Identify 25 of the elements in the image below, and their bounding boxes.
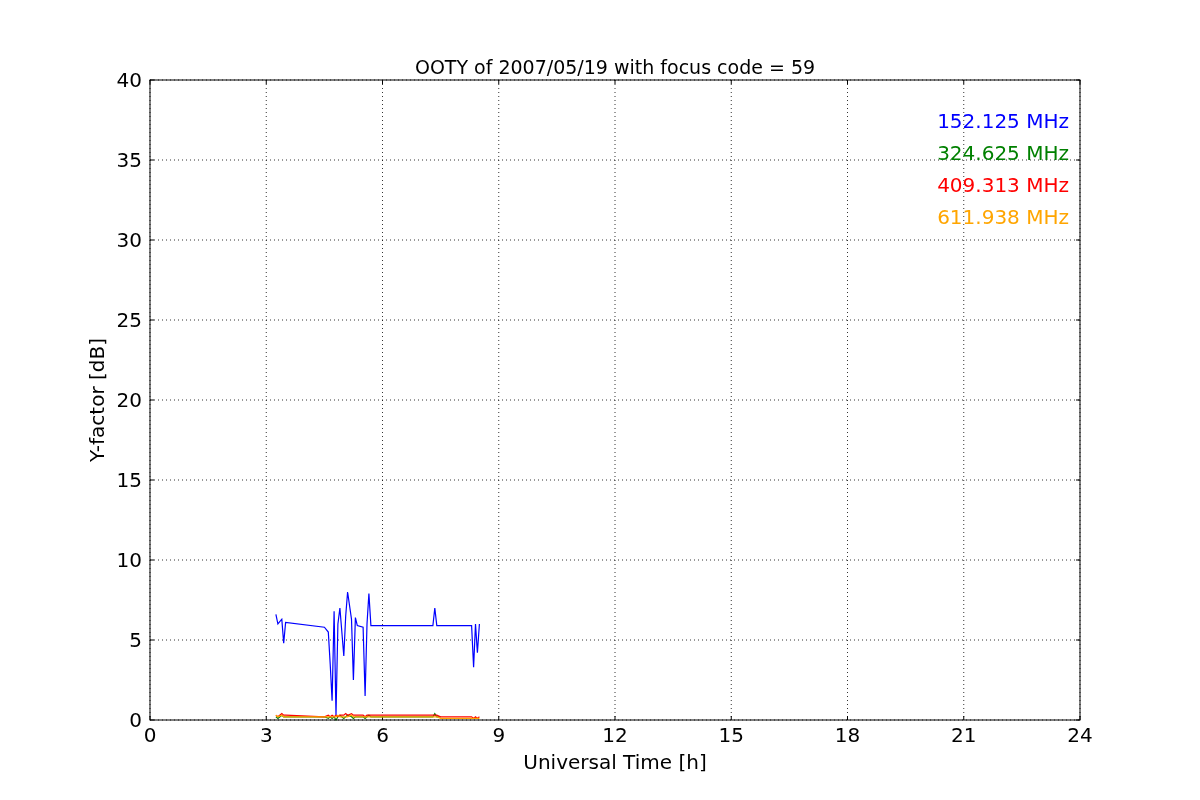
y-tick-label: 40 (116, 68, 142, 92)
y-tick-label: 30 (116, 228, 142, 252)
x-tick-label: 0 (143, 723, 157, 747)
y-tick-label: 10 (116, 548, 142, 572)
x-tick-label: 3 (259, 723, 273, 747)
legend-label: 409.313 MHz (937, 173, 1069, 197)
legend-label: 324.625 MHz (937, 141, 1069, 165)
x-tick-label: 15 (718, 723, 744, 747)
y-tick-label: 0 (129, 708, 142, 732)
y-tick-label: 5 (129, 628, 142, 652)
y-axis-label: Y-factor [dB] (85, 338, 109, 462)
legend-label: 152.125 MHz (937, 109, 1069, 133)
y-tick-label: 25 (116, 308, 142, 332)
y-tick-label: 15 (116, 468, 142, 492)
x-tick-label: 24 (1067, 723, 1093, 747)
y-tick-label: 35 (116, 148, 142, 172)
x-tick-label: 21 (951, 723, 977, 747)
x-tick-label: 6 (376, 723, 389, 747)
chart-title: OOTY of 2007/05/19 with focus code = 59 (414, 56, 816, 78)
x-axis-label: Universal Time [h] (523, 750, 707, 774)
x-tick-label: 12 (602, 723, 628, 747)
x-tick-label: 9 (492, 723, 506, 747)
y-tick-label: 20 (116, 388, 142, 412)
legend-label: 611.938 MHz (937, 205, 1069, 229)
x-tick-label: 18 (834, 723, 861, 747)
